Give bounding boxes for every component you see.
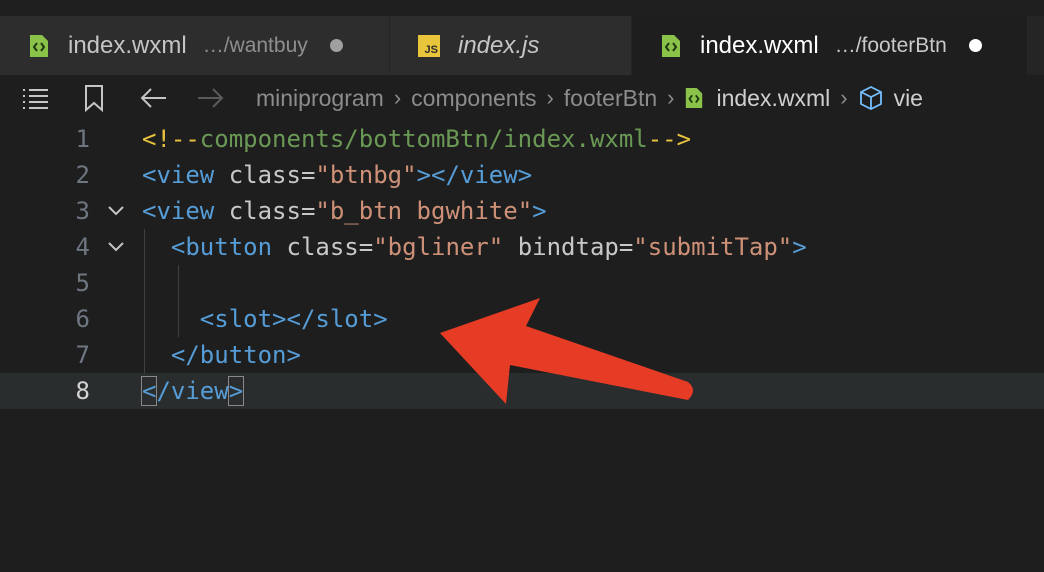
wxml-file-icon — [660, 34, 682, 58]
code-line[interactable]: 5 — [0, 265, 1044, 301]
list-icon[interactable] — [18, 75, 52, 121]
code-token: "b_btn bgwhite" — [315, 197, 533, 225]
breadcrumb-bar: miniprogram › components › footerBtn › i… — [0, 75, 1044, 121]
code-token: class — [286, 233, 359, 261]
code-token: <button — [170, 233, 287, 261]
forward-arrow-icon[interactable] — [194, 75, 226, 121]
line-number: 4 — [75, 233, 90, 261]
tab-filename: index.wxml — [700, 31, 819, 59]
code-token: <view — [142, 197, 229, 225]
code-token: > — [532, 197, 547, 225]
code-token: <!-- — [142, 125, 200, 153]
line-number: 5 — [75, 269, 90, 297]
breadcrumb-item[interactable]: components — [411, 85, 536, 112]
bookmark-icon[interactable] — [80, 75, 108, 121]
code-token: = — [618, 233, 634, 261]
code-line[interactable]: 8 </view> — [0, 373, 1044, 409]
code-token: = — [300, 197, 316, 225]
code-line[interactable]: 6 <slot></slot> — [0, 301, 1044, 337]
wxml-file-icon — [684, 86, 704, 110]
line-number: 6 — [75, 305, 90, 333]
code-token: "btnbg" — [315, 161, 417, 189]
cube-icon — [858, 85, 884, 111]
tab-path: …/footerBtn — [834, 33, 947, 57]
code-text: <view class="btnbg"></view> — [142, 157, 532, 193]
chevron-right-icon: › — [546, 85, 554, 110]
code-token: = — [300, 161, 316, 189]
chevron-right-icon: › — [667, 85, 675, 110]
unsaved-dot-icon[interactable] — [968, 39, 982, 52]
code-line[interactable]: 1 <!--components/bottomBtn/index.wxml--> — [0, 121, 1044, 157]
code-token: /view — [156, 377, 229, 405]
code-area[interactable]: 1 <!--components/bottomBtn/index.wxml--> 2… — [0, 121, 1044, 572]
line-number: 8 — [75, 377, 90, 405]
code-text: </button> — [142, 337, 301, 373]
back-arrow-icon[interactable] — [138, 75, 170, 121]
line-number: 3 — [75, 197, 90, 225]
code-token: </button> — [170, 341, 301, 369]
line-number: 1 — [75, 125, 90, 153]
code-token: bindtap — [503, 233, 619, 261]
breadcrumb-item[interactable]: miniprogram — [256, 85, 384, 112]
code-editor: index.wxml …/wantbuy JS index.js index.w… — [0, 0, 1044, 572]
breadcrumb: miniprogram › components › footerBtn › i… — [256, 75, 923, 121]
tab-path: …/wantbuy — [202, 33, 308, 57]
tab-footerbtn-index-wxml[interactable]: index.wxml …/footerBtn — [632, 16, 1028, 75]
code-token: < — [140, 376, 158, 406]
wxml-file-icon — [28, 34, 50, 58]
line-number: 7 — [75, 341, 90, 369]
code-text: <view class="b_btn bgwhite"> — [142, 193, 547, 229]
code-line[interactable]: 7 </button> — [0, 337, 1044, 373]
code-text: <!--components/bottomBtn/index.wxml--> — [142, 121, 691, 157]
line-number: 2 — [75, 161, 90, 189]
indent-guide — [144, 229, 145, 373]
fold-chevron-icon[interactable] — [104, 193, 128, 229]
tab-index-js[interactable]: JS index.js — [390, 16, 632, 75]
tab-bar: index.wxml …/wantbuy JS index.js index.w… — [0, 0, 1044, 75]
code-token: > — [792, 233, 807, 261]
breadcrumb-item[interactable]: footerBtn — [564, 85, 657, 112]
code-text: </view> — [140, 373, 245, 409]
code-token: "bgliner" — [373, 233, 504, 261]
code-line[interactable]: 2 <view class="btnbg"></view> — [0, 157, 1044, 193]
code-token: ></view> — [416, 161, 533, 189]
fold-chevron-icon[interactable] — [104, 229, 128, 265]
unsaved-dot-icon[interactable] — [329, 39, 343, 52]
code-line[interactable]: 4 <button class="bgliner" bindtap="submi… — [0, 229, 1044, 265]
chevron-right-icon: › — [840, 85, 848, 110]
indent-guide — [178, 265, 179, 337]
code-text: <button class="bgliner" bindtap="submitT… — [142, 229, 807, 265]
tab-wantbuy-index-wxml[interactable]: index.wxml …/wantbuy — [0, 16, 390, 75]
breadcrumb-file[interactable]: index.wxml — [716, 85, 830, 112]
code-token: <slot></slot> — [199, 305, 388, 333]
code-token: --> — [647, 125, 692, 153]
chevron-right-icon: › — [393, 85, 402, 110]
code-token: > — [227, 376, 245, 406]
code-line[interactable]: 3 <view class="b_btn bgwhite"> — [0, 193, 1044, 229]
code-token: components/bottomBtn/index.wxml — [199, 125, 648, 153]
code-token: class — [228, 161, 301, 189]
tab-filename: index.wxml — [68, 31, 187, 59]
breadcrumb-symbol[interactable]: vie — [894, 85, 923, 112]
code-token: "submitTap" — [633, 233, 793, 261]
js-file-icon: JS — [418, 34, 440, 58]
code-token: <view — [142, 161, 229, 189]
tab-filename: index.js — [458, 31, 540, 59]
code-token: class — [228, 197, 301, 225]
code-token: = — [358, 233, 374, 261]
